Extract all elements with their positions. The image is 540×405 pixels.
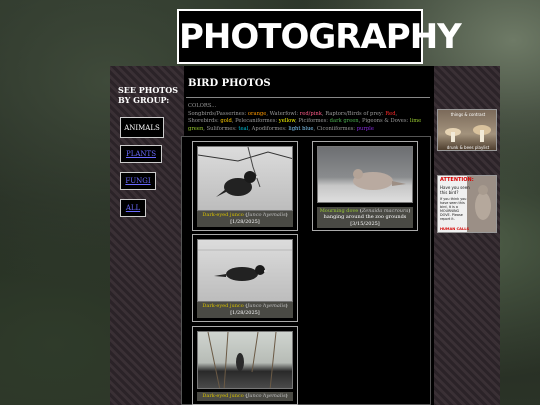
legend-color-word: dark green — [329, 118, 359, 125]
ad-banner-dove-notice[interactable]: ATTENTION: Have you seen this bird? If y… — [437, 175, 497, 233]
group-button-plants[interactable]: PLANTS — [120, 145, 162, 163]
legend-group: Ciconiiformes: — [316, 125, 357, 132]
junco-image — [198, 147, 292, 197]
bird-scientific-name: Junco hyemalis — [247, 212, 286, 218]
legend-group: Songbirds/Passerines: — [188, 110, 248, 117]
legend-color-word: yellow — [278, 118, 296, 125]
page-title: BIRD PHOTOS — [188, 78, 271, 89]
bird-photo[interactable] — [197, 239, 293, 302]
legend-color-word: red/pink — [299, 110, 322, 117]
title-divider — [186, 97, 430, 98]
photo-caption: Dark-eyed junco (Junco hyemalis) [1/28/2… — [197, 302, 293, 318]
photo-card[interactable]: Dark-eyed junco (Junco hyemalis) [1/28/2… — [192, 234, 298, 322]
legend-group: Suliformes: — [206, 125, 239, 132]
legend-group: Piciformes: — [298, 118, 330, 125]
ad2-footer: HUMAN CALLS — [440, 227, 470, 231]
legend-color-word: light blue — [288, 125, 314, 132]
photo-caption: Dark-eyed junco (Junco hyemalis) — [197, 392, 293, 401]
bird-scientific-name: Junco hyemalis — [247, 393, 286, 399]
bird-name: Dark-eyed junco — [202, 303, 244, 309]
legend-group: Raptors/Birds of prey: — [325, 110, 386, 117]
photo-date: [1/28/2025] — [230, 310, 260, 316]
group-button-label: PLANTS — [125, 150, 156, 158]
sidebar-title: SEE PHOTOS BY GROUP: — [118, 85, 178, 105]
ad1-title: things & contrast — [450, 112, 486, 117]
photo-caption: Dark-eyed junco (Junco hyemalis) [1/28/2… — [197, 211, 293, 227]
bird-photo[interactable] — [197, 331, 293, 389]
group-button-all[interactable]: ALL — [120, 199, 146, 217]
bird-name: Dark-eyed junco — [202, 393, 244, 399]
photo-date: [1/28/2025] — [230, 219, 260, 225]
legend-color-word: Red — [385, 110, 396, 117]
ad-banner-mushrooms[interactable]: things & contrast drunk & bees playlist — [437, 109, 497, 151]
legend-color-word: purple — [356, 125, 374, 132]
legend-group: Shorebirds: — [188, 118, 221, 125]
group-button-label: ALL — [125, 204, 141, 212]
photo-date: [3/15/2025] — [350, 220, 380, 227]
bird-name: Mourning dove — [319, 207, 359, 214]
bird-scientific-name: Zenaida macroura — [361, 207, 409, 214]
legend-color-word: gold — [220, 118, 232, 125]
bird-photo[interactable] — [317, 146, 413, 203]
group-button-animals[interactable]: ANIMALS — [120, 117, 164, 138]
color-legend: COLORS... Songbirds/Passerines: orange, … — [188, 103, 428, 133]
legend-color-word: orange — [247, 110, 267, 117]
junco-image — [198, 249, 292, 281]
color-legend-intro: COLORS... — [188, 103, 217, 109]
junco-image — [207, 332, 277, 388]
group-button-fungi[interactable]: FUNGI — [120, 172, 156, 190]
ad1-subtitle: drunk & bees playlist — [446, 145, 490, 150]
photo-note: hanging around the zoo grounds — [323, 214, 407, 220]
legend-group: Pigeons & Doves: — [361, 118, 410, 125]
photo-card[interactable]: Mourning dove (Zenaida macroura) hanging… — [312, 141, 418, 231]
banner-text: PHOTOGRAPHY — [179, 17, 462, 57]
site-banner[interactable]: PHOTOGRAPHY — [177, 9, 462, 64]
photo-card[interactable]: Dark-eyed junco (Junco hyemalis) [1/28/2… — [192, 141, 298, 231]
dove-icon — [475, 185, 491, 220]
photo-card[interactable]: Dark-eyed junco (Junco hyemalis) — [192, 326, 298, 405]
legend-group: Pelecaniformes: — [235, 118, 279, 125]
photo-caption: Mourning dove (Zenaida macroura) hanging… — [317, 206, 413, 228]
dove-image — [353, 169, 406, 190]
group-button-label: FUNGI — [125, 177, 151, 185]
legend-group: Apodiformes: — [251, 125, 289, 132]
bird-name: Dark-eyed junco — [202, 212, 244, 218]
bird-photo[interactable] — [197, 146, 293, 211]
bird-scientific-name: Junco hyemalis — [247, 303, 286, 309]
ad2-body: If you think you have seen this bird, it… — [440, 197, 467, 221]
legend-group: Waterfowl: — [269, 110, 300, 117]
group-button-label: ANIMALS — [124, 123, 160, 132]
ad2-line2: this bird? — [440, 190, 459, 195]
legend-color-word: teal — [238, 125, 249, 132]
color-legend-items: Songbirds/Passerines: orange, Waterfowl:… — [188, 110, 422, 132]
